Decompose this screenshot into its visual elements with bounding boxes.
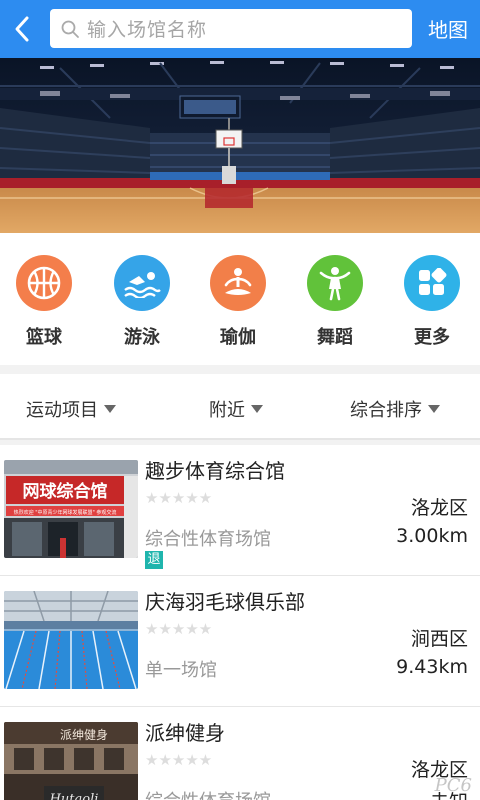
watermark-logo: PC6 <box>434 775 472 796</box>
rating-stars: ★★★★★ <box>145 489 213 507</box>
arena-image <box>0 58 480 233</box>
category-yoga[interactable]: 瑜伽 <box>208 255 268 349</box>
search-icon <box>59 18 81 40</box>
venue-thumbnail: 网球综合馆 热烈欢迎 "中原青少年网球发展联盟" 参观交流 <box>4 460 138 558</box>
top-bar: 输入场馆名称 地图 <box>0 0 480 58</box>
filter-sort-dropdown[interactable]: 综合排序 <box>350 396 440 422</box>
filter-bar: 运动项目 附近 综合排序 <box>0 374 480 440</box>
category-label: 舞蹈 <box>317 327 353 348</box>
category-more[interactable]: 更多 <box>402 255 462 349</box>
thumb-sign-text: 派绅健身 <box>60 727 108 742</box>
category-dance[interactable]: 舞蹈 <box>305 255 365 349</box>
category-label: 瑜伽 <box>220 327 256 348</box>
category-label: 更多 <box>414 327 450 348</box>
filter-sort-label: 综合排序 <box>350 400 422 421</box>
filter-nearby-label: 附近 <box>209 400 245 421</box>
category-swimming[interactable]: 游泳 <box>112 255 172 349</box>
rating-stars: ★★★★★ <box>145 751 213 769</box>
arena-banner[interactable] <box>0 58 480 233</box>
venue-distance: 9.43km <box>396 656 468 678</box>
grid-more-icon <box>404 255 460 311</box>
venue-item[interactable]: 派绅健身 Hutaoli 派绅健身 ★★★★★ 洛龙区 综合性体育场馆 未知 <box>0 707 480 800</box>
category-grid: 篮球 游泳 瑜伽 舞蹈 更多 <box>0 233 480 365</box>
search-placeholder: 输入场馆名称 <box>87 19 208 41</box>
venue-item[interactable]: 庆海羽毛球俱乐部 ★★★★★ 涧西区 单一场馆 9.43km <box>0 576 480 707</box>
thumb-sign-text: 网球综合馆 <box>23 481 108 502</box>
caret-down-icon <box>251 405 263 413</box>
category-label: 游泳 <box>124 327 160 348</box>
search-input[interactable]: 输入场馆名称 <box>50 9 412 48</box>
back-button[interactable] <box>0 0 44 58</box>
venue-type: 综合性体育场馆 <box>145 529 271 550</box>
venue-thumbnail <box>4 591 138 689</box>
category-label: 篮球 <box>26 327 62 348</box>
dancer-icon <box>307 255 363 311</box>
venue-district: 洛龙区 <box>410 497 468 519</box>
swimmer-icon <box>114 255 170 311</box>
caret-down-icon <box>104 405 116 413</box>
venue-name: 庆海羽毛球俱乐部 <box>145 590 305 614</box>
chevron-left-icon <box>15 16 29 42</box>
filter-sport-label: 运动项目 <box>26 400 98 421</box>
basketball-icon <box>16 255 72 311</box>
rating-stars: ★★★★★ <box>145 620 213 638</box>
filter-sport-dropdown[interactable]: 运动项目 <box>26 396 116 422</box>
thumb-banner-text: 热烈欢迎 "中原青少年网球发展联盟" 参观交流 <box>14 509 117 516</box>
venue-item[interactable]: 网球综合馆 热烈欢迎 "中原青少年网球发展联盟" 参观交流 趣步体育综合馆 ★★… <box>0 445 480 576</box>
venue-name: 趣步体育综合馆 <box>145 459 285 483</box>
venue-distance: 3.00km <box>396 525 468 547</box>
caret-down-icon <box>428 405 440 413</box>
category-basketball[interactable]: 篮球 <box>14 255 74 349</box>
filter-nearby-dropdown[interactable]: 附近 <box>209 396 263 422</box>
thumb-logo-text: Hutaoli <box>49 792 99 800</box>
venue-name: 派绅健身 <box>145 721 225 745</box>
venue-type: 综合性体育场馆 <box>145 787 271 800</box>
venue-list: 网球综合馆 热烈欢迎 "中原青少年网球发展联盟" 参观交流 趣步体育综合馆 ★★… <box>0 445 480 800</box>
yoga-icon <box>210 255 266 311</box>
venue-district: 涧西区 <box>410 628 468 650</box>
map-button[interactable]: 地图 <box>428 14 468 43</box>
venue-type: 单一场馆 <box>145 660 217 681</box>
venue-thumbnail: 派绅健身 Hutaoli <box>4 722 138 800</box>
refund-badge: 退 <box>145 551 163 569</box>
